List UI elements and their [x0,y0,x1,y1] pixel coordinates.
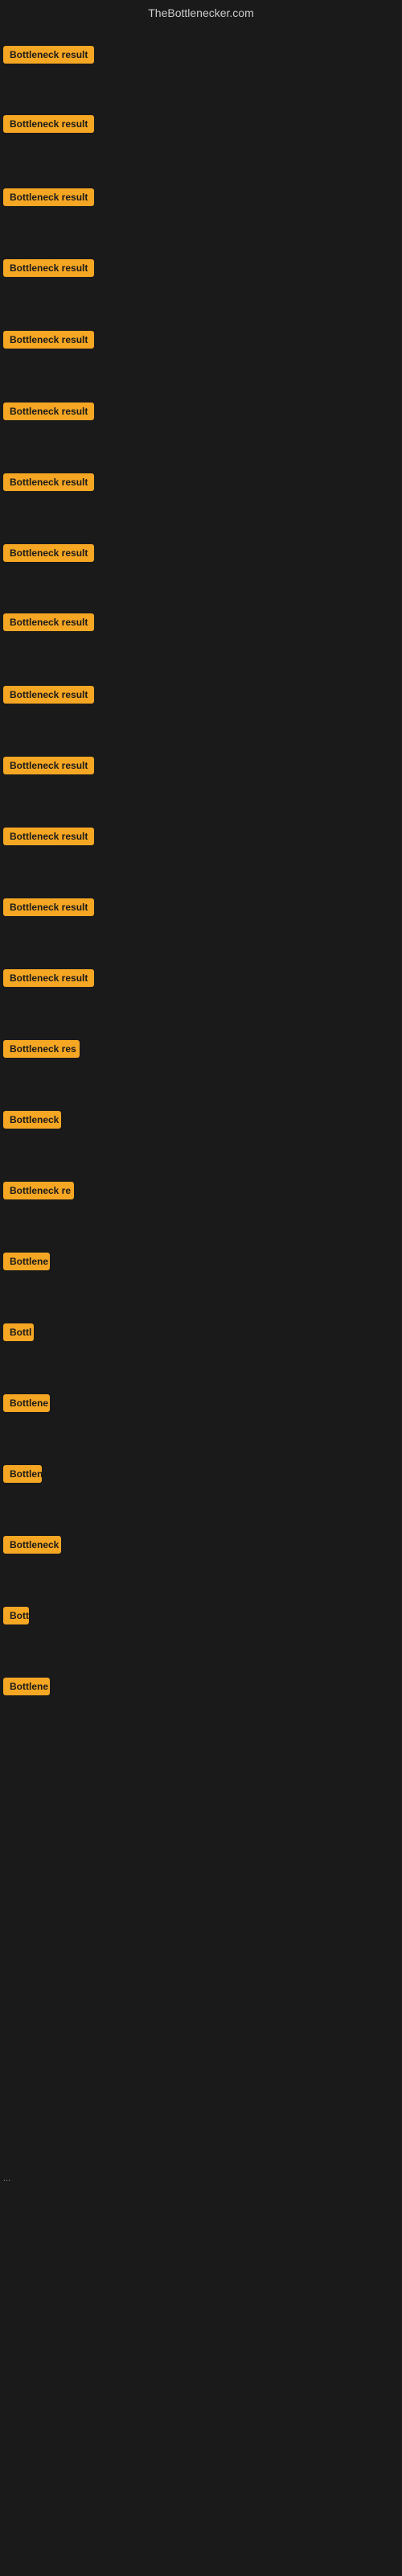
bottleneck-badge-24[interactable]: Bottlene [3,1678,50,1695]
result-row: Bottleneck result [0,473,402,495]
result-row: Bottleneck result [0,613,402,635]
bottleneck-badge-7[interactable]: Bottleneck result [3,473,94,491]
bottleneck-badge-12[interactable]: Bottleneck result [3,828,94,845]
result-row: Bottleneck result [0,686,402,708]
bottleneck-badge-3[interactable]: Bottleneck result [3,188,94,206]
bottleneck-badge-22[interactable]: Bottleneck [3,1536,61,1554]
result-row: Bottlene [0,1678,402,1699]
result-row: Bottl [0,1323,402,1345]
result-row: Bott [0,1607,402,1629]
bottleneck-badge-21[interactable]: Bottlen [3,1465,42,1483]
result-row: Bottleneck [0,1111,402,1133]
bottleneck-badge-19[interactable]: Bottl [3,1323,34,1341]
result-row: Bottlene [0,1253,402,1274]
site-header: TheBottlenecker.com [0,0,402,29]
page-wrapper: TheBottlenecker.com Bottleneck result Bot… [0,0,402,2576]
bottleneck-badge-17[interactable]: Bottleneck re [3,1182,74,1199]
result-row: Bottleneck result [0,757,402,778]
bottleneck-badge-11[interactable]: Bottleneck result [3,757,94,774]
result-row: Bottleneck res [0,1040,402,1062]
bottleneck-badge-16[interactable]: Bottleneck [3,1111,61,1129]
result-row: Bottleneck result [0,259,402,281]
result-row: Bottlen [0,1465,402,1487]
result-row: Bottleneck result [0,115,402,137]
result-row: Bottleneck result [0,46,402,68]
result-row: Bottleneck result [0,331,402,353]
ellipsis-indicator: ... [3,2174,10,2183]
bottleneck-badge-18[interactable]: Bottlene [3,1253,50,1270]
result-row: Bottleneck re [0,1182,402,1203]
site-title: TheBottlenecker.com [148,6,254,19]
result-row: Bottleneck result [0,402,402,424]
result-row: Bottleneck result [0,828,402,849]
bottleneck-badge-6[interactable]: Bottleneck result [3,402,94,420]
bottleneck-badge-15[interactable]: Bottleneck res [3,1040,80,1058]
result-row: Bottleneck result [0,969,402,991]
bottleneck-badge-13[interactable]: Bottleneck result [3,898,94,916]
bottleneck-badge-23[interactable]: Bott [3,1607,29,1624]
bottleneck-badge-1[interactable]: Bottleneck result [3,46,94,64]
bottleneck-badge-5[interactable]: Bottleneck result [3,331,94,349]
result-row: Bottleneck result [0,188,402,210]
result-row: Bottleneck [0,1536,402,1558]
bottleneck-badge-4[interactable]: Bottleneck result [3,259,94,277]
result-row: Bottleneck result [0,898,402,920]
bottleneck-badge-9[interactable]: Bottleneck result [3,613,94,631]
bottleneck-badge-10[interactable]: Bottleneck result [3,686,94,704]
bottleneck-badge-2[interactable]: Bottleneck result [3,115,94,133]
bottleneck-badge-20[interactable]: Bottlene [3,1394,50,1412]
result-row: Bottleneck result [0,544,402,566]
bottleneck-badge-14[interactable]: Bottleneck result [3,969,94,987]
bottleneck-badge-8[interactable]: Bottleneck result [3,544,94,562]
result-row: Bottlene [0,1394,402,1416]
